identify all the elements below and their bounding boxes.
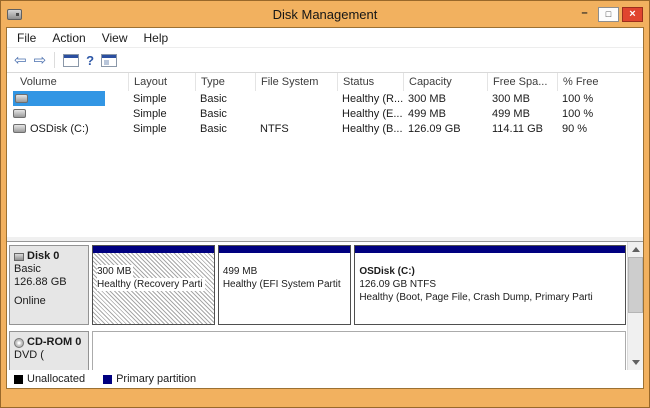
titlebar[interactable]: Disk Management – □ × [1, 1, 649, 27]
scroll-down-button[interactable] [628, 355, 643, 370]
column-header-capacity[interactable]: Capacity [404, 73, 488, 91]
partition-status: Healthy (Recovery Parti [97, 278, 205, 291]
selected-volume-highlight [13, 91, 105, 106]
column-header-type[interactable]: Type [196, 73, 256, 91]
partition-color-stripe [355, 246, 625, 253]
disk0-label[interactable]: Disk 0 Basic 126.88 GB Online [9, 245, 89, 325]
partition-efi[interactable]: 499 MB Healthy (EFI System Partit [218, 245, 352, 325]
arrow-down-icon [632, 360, 640, 365]
partition-name: OSDisk (C:) [359, 265, 621, 278]
cell-type: Basic [196, 93, 256, 105]
cell-free-space: 114.11 GB [488, 123, 558, 135]
graphical-view: Disk 0 Basic 126.88 GB Online 300 MB Hea… [7, 241, 643, 388]
cell-capacity: 126.09 GB [404, 123, 488, 135]
volume-list: Volume Layout Type File System Status Ca… [7, 73, 643, 237]
cell-status: Healthy (E... [338, 108, 404, 120]
scroll-up-button[interactable] [628, 242, 643, 257]
window-title: Disk Management [1, 7, 649, 22]
console-tree-icon[interactable] [63, 54, 79, 67]
cell-pct-free: 100 % [558, 93, 643, 105]
column-header-free-space[interactable]: Free Spa... [488, 73, 558, 91]
forward-icon[interactable]: ⇨ [34, 53, 47, 68]
partition-osdisk[interactable]: OSDisk (C:) 126.09 GB NTFS Healthy (Boot… [354, 245, 626, 325]
cdrom-name: CD-ROM 0 [27, 336, 81, 349]
drive-icon [13, 124, 26, 133]
unallocated-swatch [14, 375, 23, 384]
disk-name: Disk 0 [27, 250, 59, 263]
drive-icon [15, 94, 28, 103]
maximize-button[interactable]: □ [598, 7, 619, 22]
partition-status: Healthy (EFI System Partit [223, 278, 347, 291]
list-header: Volume Layout Type File System Status Ca… [7, 73, 643, 91]
volume-row-recovery[interactable]: Simple Basic Healthy (R... 300 MB 300 MB… [7, 91, 643, 106]
disk-size: 126.88 GB [14, 276, 84, 289]
partition-size: 499 MB [223, 265, 347, 278]
cdrom-media-area[interactable] [92, 331, 626, 370]
scrollbar-thumb[interactable] [628, 257, 643, 313]
menu-file[interactable]: File [9, 31, 44, 45]
cdrom0-row: CD-ROM 0 DVD ( [9, 331, 626, 370]
cdrom0-label[interactable]: CD-ROM 0 DVD ( [9, 331, 89, 370]
cdrom-icon [14, 338, 24, 348]
partition-color-stripe [219, 246, 351, 253]
column-header-file-system[interactable]: File System [256, 73, 338, 91]
volume-row-osdisk[interactable]: OSDisk (C:) Simple Basic NTFS Healthy (B… [7, 121, 643, 136]
cell-layout: Simple [129, 123, 196, 135]
drive-icon [13, 109, 26, 118]
primary-partition-swatch [103, 375, 112, 384]
window-content: File Action View Help ⇦ ⇨ ? Volume Layou… [6, 27, 644, 389]
action-pane-icon[interactable] [101, 54, 117, 67]
menubar: File Action View Help [7, 28, 643, 48]
toolbar: ⇦ ⇨ ? [7, 48, 643, 73]
back-icon[interactable]: ⇦ [14, 53, 27, 68]
column-header-status[interactable]: Status [338, 73, 404, 91]
partition-size: 300 MB [97, 265, 133, 278]
cell-capacity: 300 MB [404, 93, 488, 105]
cell-status: Healthy (B... [338, 123, 404, 135]
disk0-partitions: 300 MB Healthy (Recovery Parti 499 MB He… [92, 245, 626, 325]
disk0-row: Disk 0 Basic 126.88 GB Online 300 MB Hea… [9, 245, 626, 325]
cell-layout: Simple [129, 108, 196, 120]
column-header-layout[interactable]: Layout [129, 73, 196, 91]
menu-help[interactable]: Help [136, 31, 177, 45]
window-controls: – □ × [574, 7, 643, 22]
partition-status: Healthy (Boot, Page File, Crash Dump, Pr… [359, 291, 621, 304]
legend-bar: Unallocated Primary partition [7, 370, 643, 388]
toolbar-separator [54, 52, 55, 68]
column-header-pct-free[interactable]: % Free [558, 73, 643, 91]
volume-row-efi[interactable]: Simple Basic Healthy (E... 499 MB 499 MB… [7, 106, 643, 121]
menu-action[interactable]: Action [44, 31, 93, 45]
column-header-volume[interactable]: Volume [7, 73, 129, 91]
volume-name: OSDisk (C:) [30, 123, 89, 135]
partition-recovery[interactable]: 300 MB Healthy (Recovery Parti [92, 245, 215, 325]
help-icon[interactable]: ? [86, 53, 94, 68]
disk-management-window: Disk Management – □ × File Action View H… [0, 0, 650, 408]
disk-icon [14, 253, 24, 261]
menu-view[interactable]: View [94, 31, 136, 45]
legend-unallocated: Unallocated [14, 373, 85, 385]
disk-list: Disk 0 Basic 126.88 GB Online 300 MB Hea… [9, 245, 626, 370]
cell-free-space: 499 MB [488, 108, 558, 120]
cell-pct-free: 100 % [558, 108, 643, 120]
cell-free-space: 300 MB [488, 93, 558, 105]
cell-type: Basic [196, 123, 256, 135]
vertical-scrollbar[interactable] [627, 242, 643, 370]
partition-size: 126.09 GB NTFS [359, 278, 621, 291]
minimize-button[interactable]: – [574, 7, 595, 22]
disk-status: Online [14, 295, 84, 308]
partition-color-stripe [93, 246, 214, 253]
legend-primary-partition: Primary partition [103, 373, 196, 385]
legend-label: Unallocated [27, 373, 85, 385]
close-button[interactable]: × [622, 7, 643, 22]
cell-type: Basic [196, 108, 256, 120]
disk-type: Basic [14, 263, 84, 276]
cell-file-system: NTFS [256, 123, 338, 135]
legend-label: Primary partition [116, 373, 196, 385]
cell-status: Healthy (R... [338, 93, 404, 105]
cell-capacity: 499 MB [404, 108, 488, 120]
arrow-up-icon [632, 247, 640, 252]
cell-pct-free: 90 % [558, 123, 643, 135]
cell-layout: Simple [129, 93, 196, 105]
cdrom-type: DVD ( [14, 349, 84, 362]
